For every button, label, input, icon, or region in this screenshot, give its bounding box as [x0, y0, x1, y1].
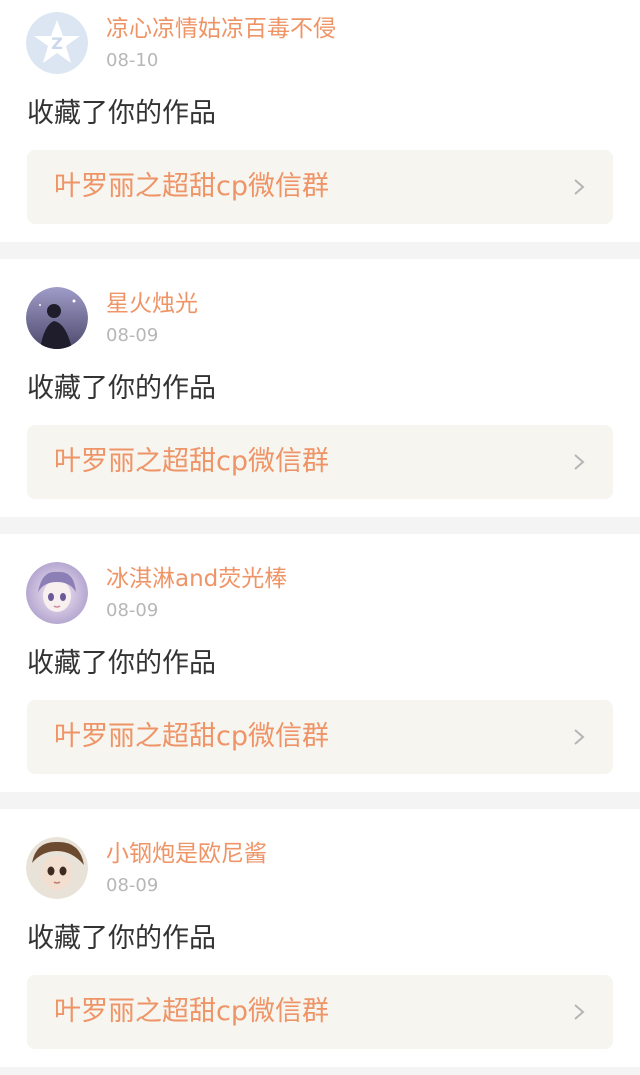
- notification-item: Z 凉心凉情姑凉百毒不侵 08-10 收藏了你的作品 叶罗丽之超甜cp微信群: [0, 0, 640, 242]
- avatar[interactable]: [26, 287, 88, 349]
- svg-text:Z: Z: [51, 34, 63, 53]
- chevron-right-icon: [574, 729, 585, 745]
- timestamp: 08-09: [106, 875, 159, 896]
- action-text: 收藏了你的作品: [27, 923, 216, 954]
- work-link[interactable]: 叶罗丽之超甜cp微信群: [27, 425, 613, 499]
- work-title: 叶罗丽之超甜cp微信群: [54, 996, 329, 1027]
- avatar[interactable]: [26, 837, 88, 899]
- section-divider: [0, 792, 640, 809]
- work-link[interactable]: 叶罗丽之超甜cp微信群: [27, 975, 613, 1049]
- chevron-right-icon: [574, 179, 585, 195]
- timestamp: 08-10: [106, 50, 159, 71]
- section-divider: [0, 517, 640, 534]
- chevron-right-icon: [574, 1004, 585, 1020]
- timestamp: 08-09: [106, 325, 159, 346]
- work-link[interactable]: 叶罗丽之超甜cp微信群: [27, 150, 613, 224]
- notification-item: 星火烛光 08-09 收藏了你的作品 叶罗丽之超甜cp微信群: [0, 275, 640, 517]
- work-title: 叶罗丽之超甜cp微信群: [54, 446, 329, 477]
- notification-item: 小钢炮是欧尼酱 08-09 收藏了你的作品 叶罗丽之超甜cp微信群: [0, 825, 640, 1067]
- action-text: 收藏了你的作品: [27, 648, 216, 679]
- username[interactable]: 小钢炮是欧尼酱: [106, 839, 267, 869]
- section-divider: [0, 242, 640, 259]
- work-title: 叶罗丽之超甜cp微信群: [54, 721, 329, 752]
- timestamp: 08-09: [106, 600, 159, 621]
- chevron-right-icon: [574, 454, 585, 470]
- qq-default-avatar-icon: Z: [26, 12, 88, 74]
- work-title: 叶罗丽之超甜cp微信群: [54, 171, 329, 202]
- notification-item: 冰淇淋and荧光棒 08-09 收藏了你的作品 叶罗丽之超甜cp微信群: [0, 550, 640, 792]
- doll-face-avatar: [26, 837, 88, 899]
- username[interactable]: 冰淇淋and荧光棒: [106, 564, 287, 594]
- section-divider: [0, 1067, 640, 1075]
- anime-girl-avatar: [26, 562, 88, 624]
- action-text: 收藏了你的作品: [27, 98, 216, 129]
- avatar[interactable]: [26, 562, 88, 624]
- action-text: 收藏了你的作品: [27, 373, 216, 404]
- username[interactable]: 凉心凉情姑凉百毒不侵: [106, 14, 336, 44]
- avatar[interactable]: Z: [26, 12, 88, 74]
- night-sky-figure-avatar: [26, 287, 88, 349]
- username[interactable]: 星火烛光: [106, 289, 198, 319]
- work-link[interactable]: 叶罗丽之超甜cp微信群: [27, 700, 613, 774]
